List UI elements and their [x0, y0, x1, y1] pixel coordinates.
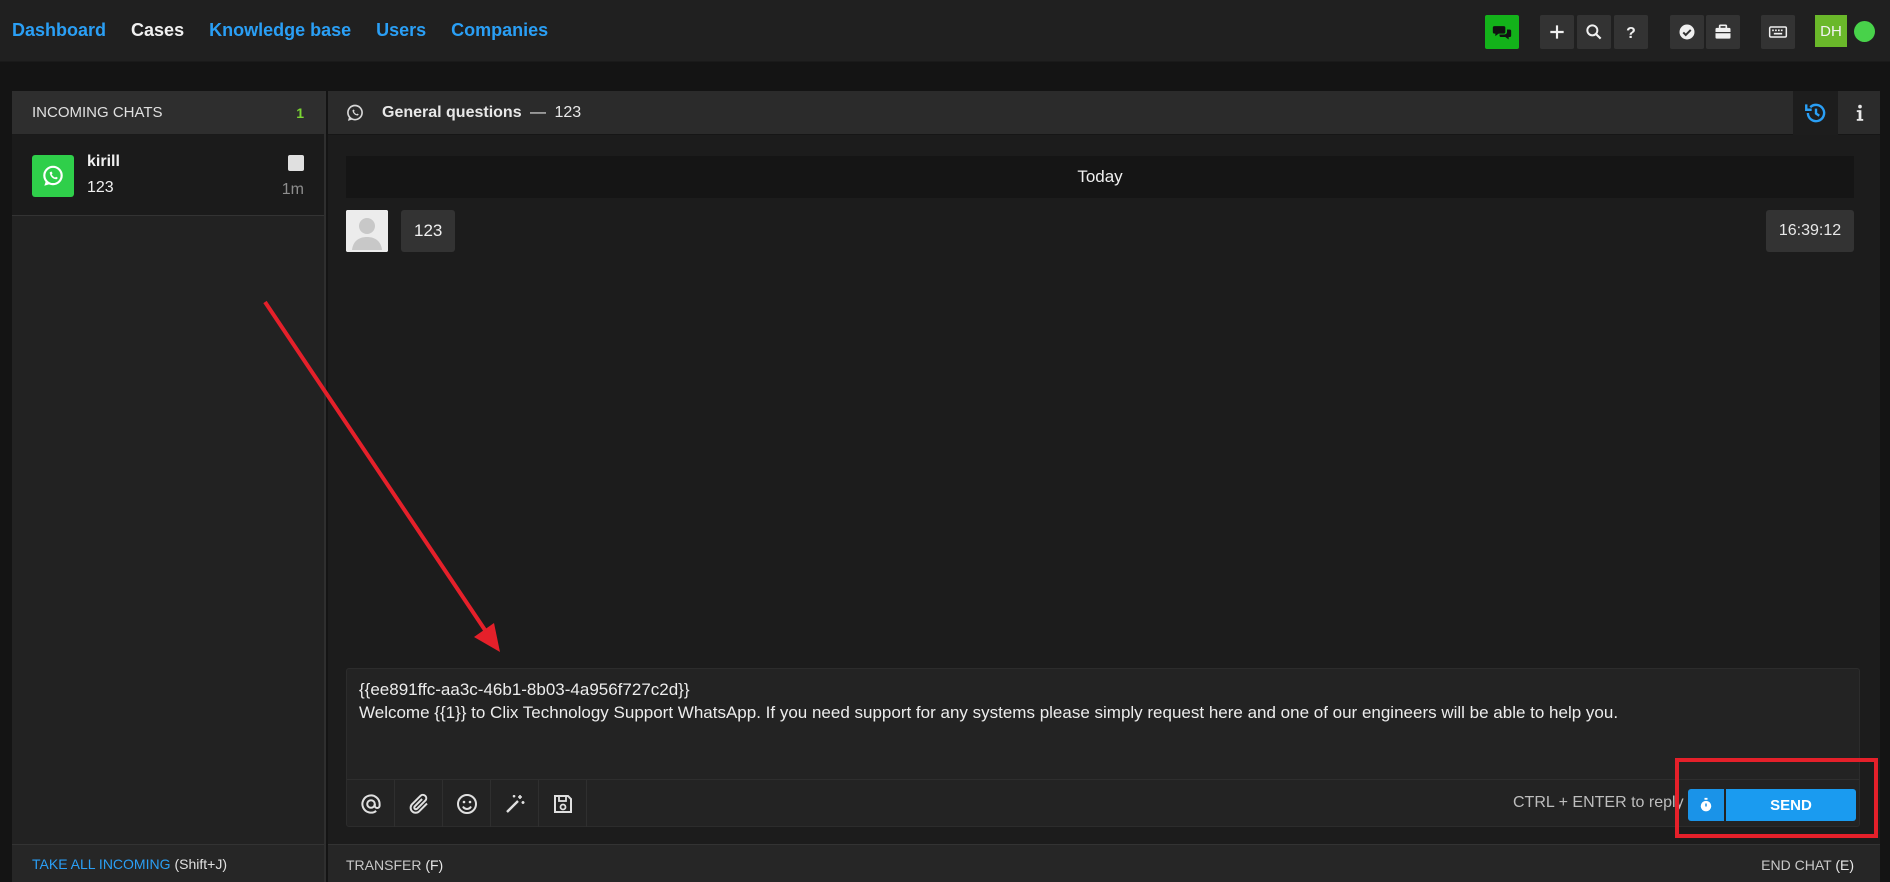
at-sign-icon [360, 794, 381, 814]
incoming-chats-count: 1 [296, 104, 304, 121]
emoji-button[interactable] [443, 780, 491, 827]
svg-text:?: ? [1626, 25, 1636, 42]
conversation-subject: 123 [554, 104, 582, 121]
attach-button[interactable] [395, 780, 443, 827]
date-divider: Today [346, 156, 1854, 198]
nav-dashboard[interactable]: Dashboard [12, 20, 106, 41]
composer-toolbar: CTRL + ENTER to reply SEND [347, 779, 1859, 827]
chat-time-ago: 1m [281, 181, 304, 198]
take-all-shortcut: (Shift+J) [174, 855, 227, 872]
magic-wand-icon [505, 794, 524, 813]
main-nav: Dashboard Cases Knowledge base Users Com… [12, 20, 548, 41]
conversation-panel: General questions — 123 Today 123 16:39:… [328, 91, 1880, 882]
reply-shortcut-hint: CTRL + ENTER to reply [1513, 794, 1684, 811]
end-chat-label: END CHAT [1761, 857, 1832, 873]
annotation-highlight-box [1675, 758, 1878, 838]
end-chat-button[interactable]: END CHAT (E) [1761, 857, 1854, 873]
transfer-shortcut: (F) [425, 857, 444, 873]
transfer-label: TRANSFER [346, 857, 422, 873]
mention-button[interactable] [347, 780, 395, 827]
reply-composer[interactable]: {{ee891ffc-aa3c-46b1-8b03-4a956f727c2d}}… [346, 668, 1860, 827]
end-chat-shortcut: (E) [1835, 857, 1854, 873]
floppy-disk-icon [553, 794, 572, 813]
user-avatar[interactable]: DH [1815, 15, 1847, 47]
nav-users[interactable]: Users [376, 20, 426, 41]
help-icon[interactable]: ? [1614, 15, 1648, 49]
nav-knowledge-base[interactable]: Knowledge base [209, 20, 351, 41]
chat-last-message: 123 [87, 179, 114, 196]
magic-wand-button[interactable] [491, 780, 539, 827]
contact-avatar [346, 210, 388, 252]
conversation-channel: General questions [382, 104, 522, 121]
reply-text-line-1: {{ee891ffc-aa3c-46b1-8b03-4a956f727c2d}} [359, 680, 690, 699]
check-badge-icon[interactable] [1670, 15, 1704, 49]
plus-icon[interactable] [1540, 15, 1574, 49]
message-timestamp: 16:39:12 [1766, 210, 1854, 252]
conversation-title: General questions — 123 [382, 104, 581, 122]
keyboard-icon[interactable] [1761, 15, 1795, 49]
top-navigation-bar: Dashboard Cases Knowledge base Users Com… [0, 0, 1890, 62]
history-icon [1804, 103, 1825, 123]
chat-icon[interactable] [1485, 15, 1519, 49]
incoming-chats-footer: TAKE ALL INCOMING (Shift+J) [12, 844, 324, 882]
nav-companies[interactable]: Companies [451, 20, 548, 41]
incoming-chats-header: INCOMING CHATS 1 [12, 91, 324, 135]
message-bubble: 123 [401, 210, 456, 252]
nav-cases[interactable]: Cases [131, 20, 184, 41]
search-icon[interactable] [1577, 15, 1611, 49]
info-icon [1856, 104, 1864, 121]
online-status-indicator [1854, 21, 1875, 42]
briefcase-icon[interactable] [1706, 15, 1740, 49]
smiley-icon [456, 793, 477, 814]
title-separator: — [530, 104, 547, 121]
chat-contact-name: kirill [87, 153, 120, 170]
take-all-incoming-button[interactable]: TAKE ALL INCOMING [32, 856, 170, 872]
conversation-footer: TRANSFER (F) END CHAT (E) [328, 844, 1880, 882]
incoming-chats-title: INCOMING CHATS [32, 104, 163, 121]
save-template-button[interactable] [539, 780, 587, 827]
incoming-chats-panel: INCOMING CHATS 1 kirill 123 1m TAKE ALL … [12, 91, 326, 882]
transfer-button[interactable]: TRANSFER (F) [346, 857, 443, 873]
reply-text-line-2: Welcome {{1}} to Clix Technology Support… [359, 703, 1619, 722]
conversation-header: General questions — 123 [328, 91, 1880, 135]
paperclip-icon [409, 793, 428, 814]
history-button[interactable] [1793, 91, 1838, 135]
info-button[interactable] [1840, 91, 1880, 135]
chat-list-item[interactable]: kirill 123 1m [12, 135, 324, 216]
whatsapp-channel-icon [347, 104, 363, 121]
whatsapp-icon [32, 155, 74, 197]
reply-textarea[interactable]: {{ee891ffc-aa3c-46b1-8b03-4a956f727c2d}}… [359, 678, 1839, 724]
chat-select-checkbox[interactable] [288, 155, 304, 171]
